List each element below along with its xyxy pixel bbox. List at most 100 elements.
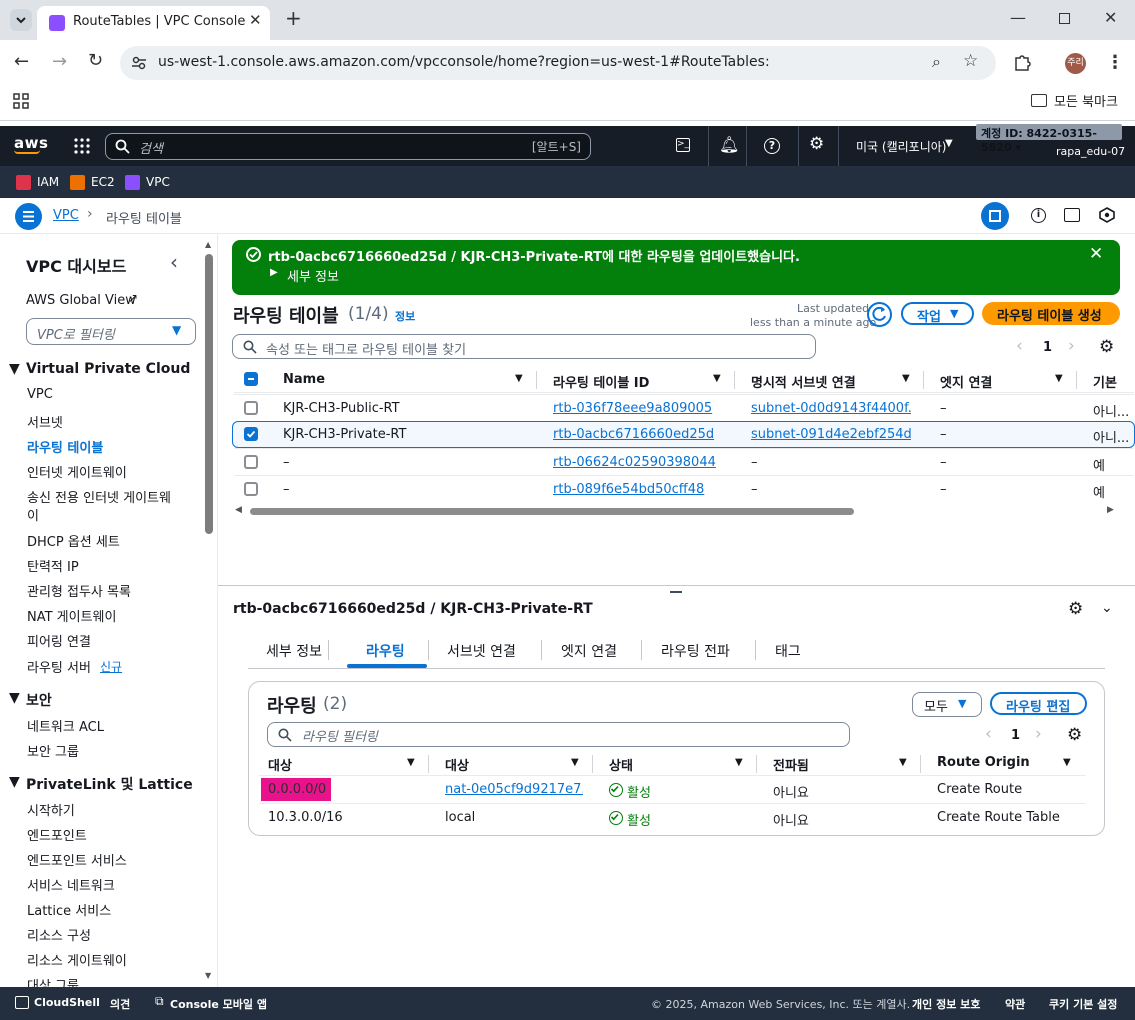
sidebar-item-nat[interactable]: NAT 게이트웨이 (27, 606, 116, 625)
sidebar-item-subnets[interactable]: 서브넷 (27, 412, 63, 431)
info-link[interactable]: 정보 (395, 308, 415, 324)
sort-caret-icon[interactable]: ▼ (407, 757, 415, 768)
sidebar-item-service-networks[interactable]: 서비스 네트워크 (27, 875, 115, 894)
tab-route-propagation[interactable]: 라우팅 전파 (661, 641, 730, 661)
route-filter-input[interactable]: 라우팅 필터링 (267, 722, 850, 747)
account-badge[interactable]: 계정 ID: 8422-0315-5820 ▾ (976, 124, 1122, 154)
col-status[interactable]: 상태 (609, 755, 633, 774)
expand-caret-icon[interactable]: ▶ (270, 267, 278, 278)
route-row[interactable]: 0.0.0.0/0 nat-0e05cf9d9217e7... 활성 아니요 C… (259, 777, 1086, 804)
back-icon[interactable]: ← (14, 51, 29, 72)
bookmark-star-icon[interactable]: ☆ (963, 51, 978, 71)
sidebar-item-prefix-lists[interactable]: 관리형 접두사 목록 (27, 581, 131, 600)
browser-menu-icon[interactable]: ⋮ (1106, 52, 1124, 73)
omnibox[interactable]: us-west-1.console.aws.amazon.com/vpccons… (120, 46, 996, 80)
routes-page-number[interactable]: 1 (1011, 728, 1020, 743)
close-window-icon[interactable]: ✕ (1104, 8, 1117, 27)
section-security-caret-icon[interactable]: ▼ (9, 690, 20, 706)
aws-search-input[interactable]: 검색 [알트+S] (105, 133, 591, 160)
sidebar-item-peering[interactable]: 피어링 연결 (27, 631, 91, 650)
sort-caret-icon[interactable]: ▼ (713, 373, 721, 384)
row-checkbox[interactable] (244, 401, 258, 415)
forward-icon[interactable]: → (52, 51, 67, 72)
row-checkbox[interactable] (244, 482, 258, 496)
flash-details[interactable]: 세부 정보 (287, 266, 339, 285)
sidebar-filter-input[interactable]: VPC로 필터링 ▼ (26, 318, 196, 345)
reload-icon[interactable]: ↻ (88, 50, 103, 71)
horizontal-scrollbar[interactable] (250, 508, 854, 515)
split-panel-settings-icon[interactable]: ⚙ (1068, 599, 1083, 619)
collapse-sidebar-icon[interactable]: ‹ (170, 250, 178, 274)
nav-toggle-menu-icon[interactable] (15, 203, 42, 230)
section-vpc-caret-icon[interactable]: ▼ (9, 361, 20, 377)
sidebar-item-route-tables[interactable]: 라우팅 테이블 (27, 437, 103, 456)
col-propagated[interactable]: 전파됨 (773, 755, 809, 774)
sort-caret-icon[interactable]: ▼ (1055, 373, 1063, 384)
scroll-left-icon[interactable]: ◀ (235, 505, 242, 515)
region-selector[interactable]: 미국 (캘리포니아) (856, 138, 946, 155)
maximize-icon[interactable] (1059, 13, 1070, 24)
row-subnet-link[interactable]: subnet-091d4e2ebf254d... (751, 427, 911, 442)
sidebar-item-lattice-services[interactable]: Lattice 서비스 (27, 900, 111, 919)
row-subnet-link[interactable]: subnet-0d0d9143f4400f... (751, 401, 911, 416)
row-id-link[interactable]: rtb-0acbc6716660ed25d (553, 427, 723, 442)
hexagon-settings-icon[interactable] (1099, 207, 1115, 223)
col-name[interactable]: Name (283, 372, 325, 387)
prev-page-icon[interactable]: ‹ (1016, 336, 1023, 356)
sidebar-item-dhcp[interactable]: DHCP 옵션 세트 (27, 531, 120, 550)
sidebar-item-getting-started[interactable]: 시작하기 (27, 800, 75, 819)
sort-caret-icon[interactable]: ▼ (1063, 757, 1071, 768)
notifications-icon[interactable]: 🔔︎ (719, 135, 739, 154)
resize-handle-icon[interactable] (670, 591, 682, 593)
next-page-icon[interactable]: › (1068, 336, 1075, 356)
sidebar-item-egress-igw-cont[interactable]: 이 (27, 505, 39, 524)
tab-list-button[interactable] (10, 9, 32, 31)
tab-edge-associations[interactable]: 엣지 연결 (561, 641, 617, 661)
footer-privacy[interactable]: 개인 정보 보호 (912, 996, 980, 1012)
cloudshell-icon[interactable]: >_ (676, 138, 690, 152)
table-row[interactable]: KJR-CH3-Public-RT rtb-036f78eee9a809005 … (234, 394, 1134, 421)
profile-avatar[interactable]: 주리 (1065, 53, 1086, 74)
sidebar-item-igw[interactable]: 인터넷 게이트웨이 (27, 462, 127, 481)
settings-gear-icon[interactable]: ⚙ (809, 134, 824, 154)
new-tab-icon[interactable]: + (285, 6, 302, 30)
split-panel-divider[interactable] (218, 585, 1135, 586)
sidebar-scrollbar[interactable] (205, 254, 213, 534)
row-id-link[interactable]: rtb-089f6e54bd50cff48 (553, 482, 723, 497)
footer-mobile-app[interactable]: Console 모바일 앱 (170, 996, 267, 1012)
aws-logo[interactable]: aws (14, 134, 48, 154)
row-id-link[interactable]: rtb-06624c02590398044 (553, 455, 723, 470)
site-info-icon[interactable] (130, 54, 148, 72)
sort-caret-icon[interactable]: ▼ (735, 757, 743, 768)
dismiss-flash-icon[interactable]: ✕ (1089, 244, 1103, 264)
sidebar-item-nacl[interactable]: 네트워크 ACL (27, 716, 104, 735)
scroll-down-icon[interactable]: ▼ (205, 971, 213, 980)
select-all-checkbox[interactable] (244, 372, 258, 386)
table-row[interactable]: – rtb-089f6e54bd50cff48 – – 예 (234, 475, 1134, 502)
routes-preferences-icon[interactable]: ⚙ (1067, 725, 1082, 745)
section-privatelink-caret-icon[interactable]: ▼ (9, 774, 20, 790)
sidebar-item-vpc[interactable]: VPC (27, 387, 53, 402)
split-panel-icon[interactable] (981, 202, 1009, 230)
fav-iam[interactable]: IAM (37, 175, 59, 189)
col-route-table-id[interactable]: 라우팅 테이블 ID (553, 372, 649, 391)
table-row[interactable]: – rtb-06624c02590398044 – – 예 (234, 448, 1134, 475)
services-menu-icon[interactable] (74, 138, 90, 154)
filter-caret-icon[interactable]: ▼ (172, 323, 181, 337)
row-checkbox[interactable] (244, 455, 258, 469)
table-preferences-icon[interactable]: ⚙ (1099, 337, 1114, 357)
sidebar-title[interactable]: VPC 대시보드 (26, 253, 126, 277)
scroll-up-icon[interactable]: ▲ (205, 240, 213, 249)
help-icon[interactable]: ? (764, 138, 780, 154)
sidebar-item-eip[interactable]: 탄력적 IP (27, 556, 79, 575)
fav-vpc[interactable]: VPC (146, 175, 170, 189)
notifications-panel-icon[interactable] (1064, 208, 1080, 222)
sidebar-item-endpoints[interactable]: 엔드포인트 (27, 825, 87, 844)
sidebar-item-resource-configs[interactable]: 리소스 구성 (27, 925, 91, 944)
col-target[interactable]: 대상 (445, 755, 469, 774)
url-text[interactable]: us-west-1.console.aws.amazon.com/vpccons… (158, 54, 770, 70)
sidebar-item-target-groups[interactable]: 대상 그룹 (27, 975, 79, 987)
tab-subnet-associations[interactable]: 서브넷 연결 (447, 641, 516, 661)
page-number[interactable]: 1 (1043, 340, 1052, 355)
refresh-button[interactable] (867, 302, 892, 327)
